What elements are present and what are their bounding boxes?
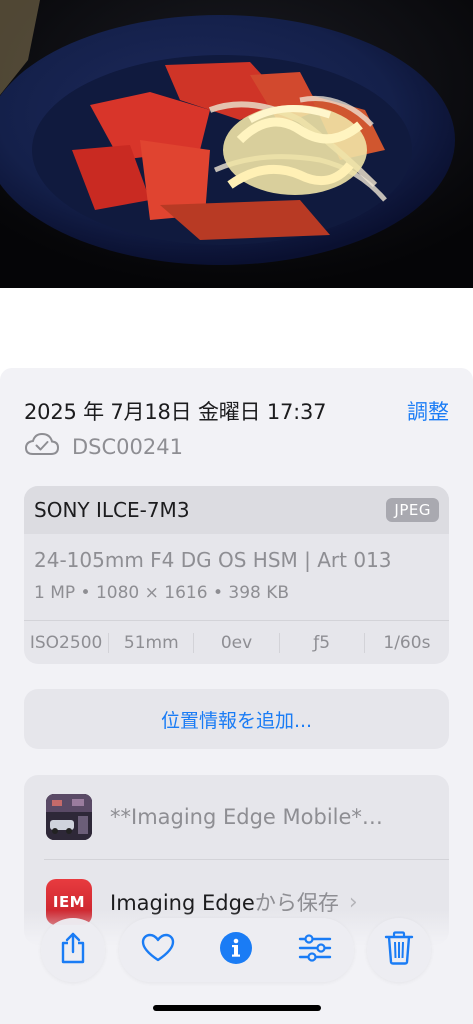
exif-focal-length: 51mm [109, 633, 195, 653]
file-name: DSC00241 [72, 435, 183, 459]
info-icon[interactable] [219, 931, 253, 969]
format-badge: JPEG [386, 498, 439, 522]
share-icon [58, 931, 88, 969]
adjustments-icon[interactable] [298, 933, 332, 967]
camera-model: SONY ILCE-7M3 [34, 498, 190, 522]
exif-row: ISO2500 51mm 0ev ƒ5 1/60s [24, 620, 449, 664]
camera-info-card: SONY ILCE-7M3 JPEG 24-105mm F4 DG OS HSM… [24, 486, 449, 664]
exif-aperture: ƒ5 [280, 633, 365, 653]
heart-icon[interactable] [141, 933, 175, 967]
capture-date: 2025 年 7月18日 金曜日 17:37 [24, 400, 327, 424]
photo-view[interactable] [0, 0, 473, 288]
toolbar-center-group [119, 918, 354, 982]
exif-exposure-bias: 0ev [194, 633, 280, 653]
icloud-icon [24, 432, 60, 462]
source-label: **Imaging Edge Mobile*… [110, 805, 383, 829]
add-location-button[interactable]: 位置情報を追加... [24, 689, 449, 749]
lens-info: 24-105mm F4 DG OS HSM | Art 013 [34, 548, 392, 572]
delete-button[interactable] [367, 918, 431, 982]
exif-iso: ISO2500 [24, 633, 110, 653]
camera-header: SONY ILCE-7M3 JPEG [24, 486, 449, 534]
exif-shutter-speed: 1/60s [383, 633, 431, 653]
home-indicator[interactable] [153, 1005, 321, 1011]
adjust-date-button[interactable]: 調整 [407, 396, 449, 426]
salad-bowl-photo [0, 0, 473, 288]
file-row: DSC00241 [24, 432, 183, 462]
image-specs: 1 MP • 1080 × 1616 • 398 KB [34, 583, 290, 603]
trash-icon [384, 931, 414, 969]
share-button[interactable] [41, 918, 105, 982]
source-thumbnail [46, 794, 92, 840]
source-item-imaging-edge-mobile[interactable]: **Imaging Edge Mobile*… [24, 775, 449, 859]
